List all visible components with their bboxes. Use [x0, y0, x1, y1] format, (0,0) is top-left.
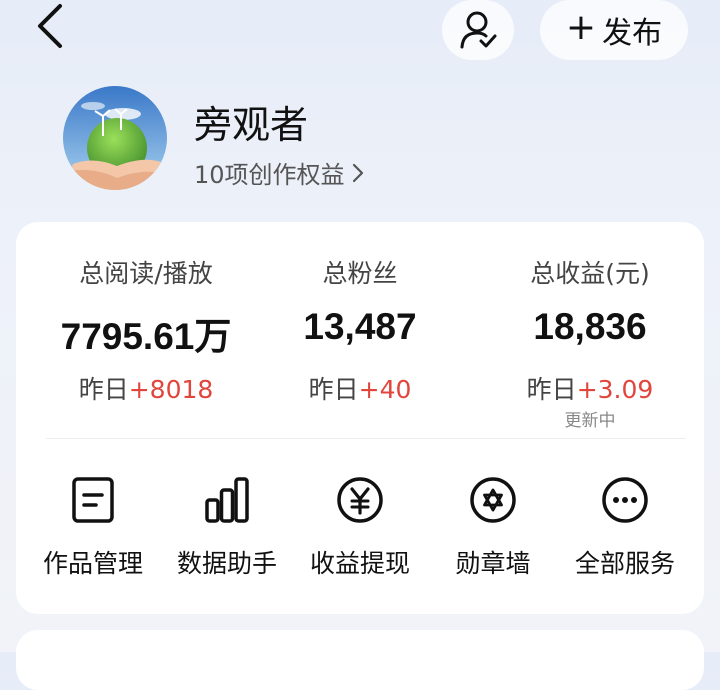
service-label: 勋章墙	[455, 549, 531, 578]
stat-value: 13,487	[303, 306, 417, 347]
delta-value: +40	[358, 375, 412, 404]
stat-value: 18,836	[533, 306, 647, 347]
service-medal-wall[interactable]: 勋章墙	[428, 468, 558, 578]
delta-value: +3.09	[576, 375, 654, 404]
stat-delta: 昨日+8018	[36, 370, 256, 406]
benefits-label: 10项创作权益	[194, 161, 345, 189]
service-label: 收益提现	[309, 549, 410, 578]
follow-user-button[interactable]	[442, 0, 514, 60]
next-section-card	[16, 630, 704, 690]
stat-delta: 昨日+3.09	[480, 370, 700, 406]
service-label: 作品管理	[42, 549, 143, 578]
service-label: 全部服务	[574, 549, 675, 578]
updating-status: 更新中	[564, 411, 616, 431]
avatar-image	[63, 86, 167, 190]
service-earnings-withdraw[interactable]: 收益提现	[295, 468, 425, 578]
service-label: 数据助手	[176, 549, 277, 578]
service-all-services[interactable]: 全部服务	[560, 468, 690, 578]
creator-benefits-link[interactable]: 10项创作权益	[194, 155, 365, 190]
stat-value: 7795.61万	[60, 316, 232, 357]
delta-prefix: 昨日	[308, 375, 359, 404]
publish-button[interactable]: + 发布	[540, 0, 688, 60]
service-data-assistant[interactable]: 数据助手	[162, 468, 292, 578]
yen-icon	[337, 477, 383, 523]
more-icon	[602, 477, 648, 523]
user-check-icon	[460, 11, 497, 49]
medal-icon	[470, 477, 516, 523]
service-works-management[interactable]: 作品管理	[28, 468, 158, 578]
stat-delta: 昨日+40	[250, 370, 470, 406]
delta-prefix: 昨日	[78, 375, 129, 404]
document-icon	[72, 477, 114, 523]
chevron-left-icon	[38, 4, 62, 48]
stats-card: 总阅读/播放 7795.61万 昨日+8018 总粉丝 13,487 昨日+40…	[16, 222, 704, 614]
delta-value: +8018	[128, 375, 214, 404]
bar-chart-icon	[205, 477, 249, 523]
back-button[interactable]	[30, 2, 74, 52]
avatar[interactable]	[63, 86, 167, 190]
stat-label: 总粉丝	[322, 259, 398, 288]
username: 旁观者	[194, 103, 309, 147]
stat-label: 总收益(元)	[530, 259, 650, 288]
plus-icon: +	[565, 7, 597, 48]
publish-label: 发布	[602, 16, 663, 51]
chevron-right-icon	[352, 163, 363, 182]
stat-label: 总阅读/播放	[79, 259, 213, 288]
divider	[46, 438, 686, 439]
delta-prefix: 昨日	[526, 375, 577, 404]
